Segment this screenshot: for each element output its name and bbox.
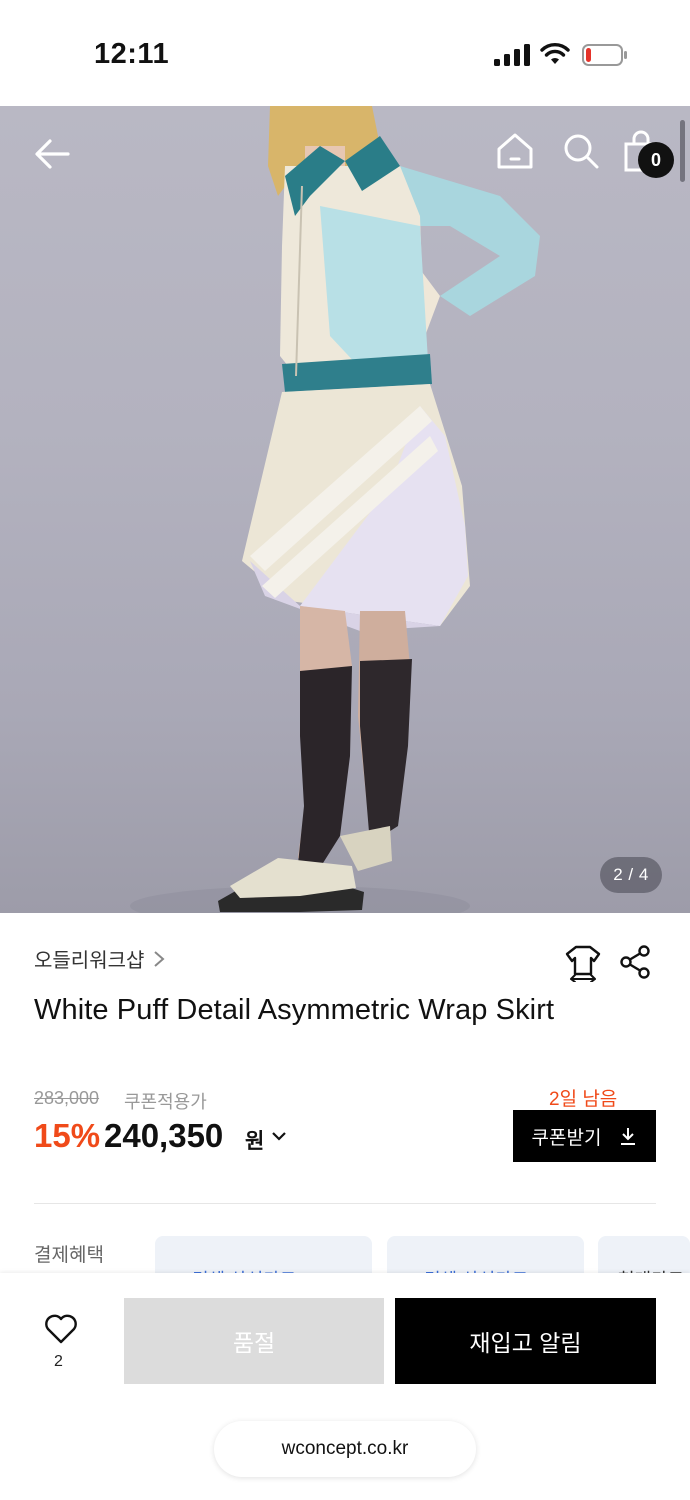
coupon-price-note: 쿠폰적용가 bbox=[124, 1092, 207, 1112]
chevron-right-icon bbox=[154, 950, 165, 967]
scroll-indicator bbox=[680, 120, 685, 182]
restock-alert-button[interactable]: 재입고 알림 bbox=[395, 1298, 656, 1384]
heart-icon bbox=[45, 1314, 77, 1344]
download-icon bbox=[621, 1128, 636, 1145]
arrow-left-icon[interactable] bbox=[30, 132, 74, 176]
battery-icon bbox=[582, 44, 627, 66]
chevron-down-icon[interactable] bbox=[270, 1127, 288, 1145]
product-photo bbox=[130, 106, 540, 913]
brand-link[interactable]: 오들리워크샵 bbox=[34, 944, 166, 973]
sale-price: 240,350 bbox=[104, 1117, 224, 1154]
search-icon[interactable] bbox=[560, 130, 602, 172]
brand-name: 오들리워크샵 bbox=[34, 950, 145, 972]
product-image-gallery[interactable]: 0 2 / 4 bbox=[0, 106, 690, 913]
coupon-days-left: 2일 남음 bbox=[549, 1089, 618, 1110]
image-pager: 2 / 4 bbox=[600, 857, 662, 893]
payment-benefit-label: 결제혜택 bbox=[34, 1245, 104, 1266]
home-icon[interactable] bbox=[494, 130, 536, 172]
discount-rate: 15% bbox=[34, 1117, 101, 1154]
wifi-icon bbox=[540, 43, 570, 64]
like-count: 2 bbox=[54, 1353, 63, 1370]
divider bbox=[34, 1203, 656, 1204]
get-coupon-button[interactable]: 쿠폰받기 bbox=[513, 1110, 656, 1162]
original-price: 283,000 bbox=[34, 1088, 100, 1108]
get-coupon-label: 쿠폰받기 bbox=[531, 1127, 602, 1149]
browser-url-bar[interactable]: wconcept.co.kr bbox=[214, 1421, 476, 1477]
status-bar: 12:11 bbox=[0, 0, 690, 106]
price-unit: 원 bbox=[245, 1130, 265, 1153]
status-time: 12:11 bbox=[94, 38, 170, 70]
signal-icon bbox=[494, 44, 530, 66]
share-icon[interactable] bbox=[618, 944, 652, 980]
soldout-button: 품절 bbox=[124, 1298, 384, 1384]
outfit-hanger-icon[interactable] bbox=[565, 944, 601, 982]
cart-count-badge: 0 bbox=[638, 142, 674, 178]
product-title: White Puff Detail Asymmetric Wrap Skirt bbox=[34, 994, 555, 1026]
